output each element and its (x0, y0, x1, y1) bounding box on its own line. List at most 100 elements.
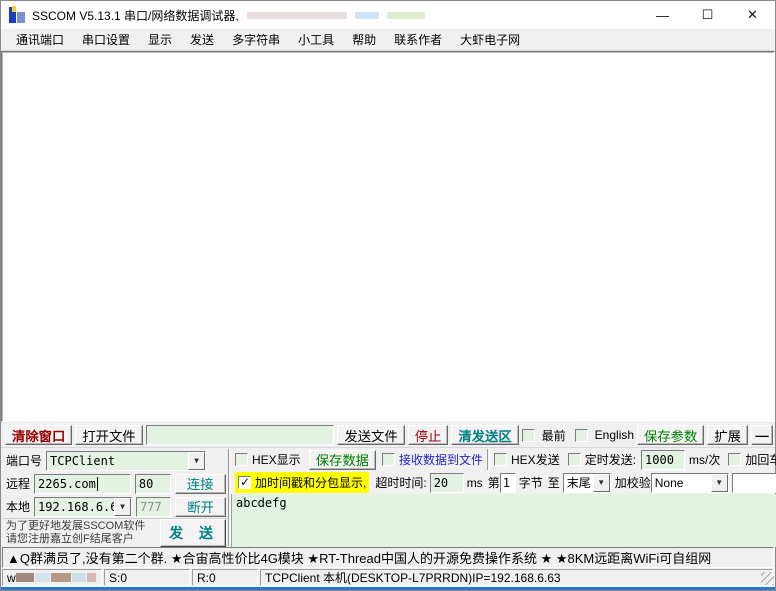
open-file-button[interactable]: 打开文件 (75, 425, 142, 445)
window-title: SSCOM V5.13.1 串口/网络数据调试器, (32, 7, 239, 24)
chevron-down-icon[interactable]: ▼ (711, 474, 728, 492)
remote-row: 远程 2265.com 80 连接 (3, 472, 226, 495)
status-bar: w S:0 R:0 TCPClient 本机(DESKTOP-L7PRRDN)I… (1, 568, 775, 587)
redacted-block (16, 573, 34, 582)
port-value: TCPClient (47, 454, 188, 468)
byte-label: 字节 (519, 474, 543, 491)
sscom-window: SSCOM V5.13.1 串口/网络数据调试器, — ☐ ✕ 通讯端口 串口设… (0, 0, 776, 591)
send-text: abcdefg (236, 496, 287, 510)
status-recv-cell: R:0 (192, 569, 258, 586)
checksum-extra-input[interactable] (732, 473, 776, 493)
status-info-cell: TCPClient 本机(DESKTOP-L7PRRDN)IP=192.168.… (260, 569, 773, 586)
port-row: 端口号 TCPClient ▼ (3, 449, 226, 472)
hex-display-checkbox[interactable] (235, 453, 248, 466)
to-value: 末尾 (564, 474, 593, 491)
to-select[interactable]: 末尾 ▼ (563, 473, 611, 493)
timed-interval-input[interactable]: 1000 (641, 450, 685, 470)
remote-label: 远程 (6, 475, 30, 492)
redacted-block (355, 12, 379, 19)
send-button[interactable]: 发 送 (160, 519, 226, 547)
menu-item-display[interactable]: 显示 (139, 29, 181, 50)
timed-send-label: 定时发送: (585, 451, 636, 468)
topmost-label: 最前 (542, 427, 566, 444)
options-row-2: 加时间戳和分包显示, 超时时间: 20 ms 第 1 字节 至 末尾 ▼ 加校验 (231, 471, 776, 494)
redacted-block (35, 573, 51, 582)
resize-grip[interactable] (761, 572, 774, 585)
menu-item-tools[interactable]: 小工具 (289, 29, 343, 50)
status-website-cell: w (2, 569, 102, 586)
interval-unit-label: ms/次 (689, 451, 720, 468)
minimize-icon[interactable]: — (640, 1, 685, 29)
app-icon (8, 6, 26, 24)
receive-data-area[interactable] (1, 51, 775, 422)
hex-send-label: HEX发送 (511, 451, 560, 468)
send-text-area[interactable]: abcdefg ▲ (231, 494, 776, 547)
remote-host-input[interactable]: 2265.com (34, 474, 131, 494)
promo-text: 为了更好地发展SSCOM软件 请您注册嘉立创F结尾客户 (6, 520, 150, 546)
maximize-icon[interactable]: ☐ (685, 1, 730, 29)
byte-from-input[interactable]: 1 (500, 473, 516, 493)
menu-item-daxia-site[interactable]: 大虾电子网 (451, 29, 529, 50)
remote-port-input[interactable]: 80 (135, 474, 171, 494)
menu-item-multi-string[interactable]: 多字符串 (223, 29, 289, 50)
local-ip-select[interactable]: 192.168.6.63 ▼ (34, 497, 132, 517)
extend-button[interactable]: 扩展 (707, 425, 748, 445)
timeout-unit-label: ms (467, 476, 483, 490)
checksum-select[interactable]: None ▼ (651, 473, 729, 493)
checksum-value: None (652, 476, 711, 490)
hex-send-checkbox[interactable] (494, 453, 507, 466)
timeout-label: 超时时间: (375, 474, 426, 491)
menu-bar: 通讯端口 串口设置 显示 发送 多字符串 小工具 帮助 联系作者 大虾电子网 (1, 29, 775, 51)
append-crlf-label: 加回车换行 (745, 451, 776, 468)
options-column: HEX显示 保存数据 接收数据到文件 HEX发送 定时发送: 1000 ms/次… (231, 448, 776, 547)
port-select[interactable]: TCPClient ▼ (46, 451, 206, 471)
menu-item-serial-settings[interactable]: 串口设置 (73, 29, 139, 50)
options-row-1: HEX显示 保存数据 接收数据到文件 HEX发送 定时发送: 1000 ms/次… (231, 448, 776, 471)
disconnect-button[interactable]: 断开 (175, 497, 226, 517)
connect-button[interactable]: 连接 (175, 474, 227, 494)
local-ip-value: 192.168.6.63 (35, 500, 114, 514)
timestamp-option: 加时间戳和分包显示, (235, 472, 369, 493)
clear-window-button[interactable]: 清除窗口 (5, 425, 72, 445)
save-data-button[interactable]: 保存数据 (309, 450, 376, 470)
save-params-button[interactable]: 保存参数 (637, 425, 704, 445)
timestamp-checkbox[interactable] (238, 476, 251, 489)
connection-column: 端口号 TCPClient ▼ 远程 2265.com 80 连接 本地 192… (1, 448, 228, 547)
send-file-button[interactable]: 发送文件 (337, 425, 404, 445)
stop-button[interactable]: 停止 (408, 425, 449, 445)
timeout-input[interactable]: 20 (430, 473, 464, 493)
collapse-button[interactable]: — (751, 425, 773, 445)
chevron-down-icon[interactable]: ▼ (188, 452, 205, 470)
ad-bar[interactable]: ▲Q群满员了,没有第二个群. ★合宙高性价比4G模块 ★RT-Thread中国人… (2, 547, 774, 568)
menu-item-send[interactable]: 发送 (181, 29, 223, 50)
menu-item-contact-author[interactable]: 联系作者 (385, 29, 451, 50)
menu-item-help[interactable]: 帮助 (343, 29, 385, 50)
english-checkbox[interactable] (575, 429, 588, 442)
redacted-block (72, 573, 86, 582)
timed-send-checkbox[interactable] (568, 453, 581, 466)
english-label: English (595, 428, 634, 442)
chevron-down-icon[interactable]: ▼ (593, 474, 610, 492)
hex-display-label: HEX显示 (252, 451, 301, 468)
timestamp-label: 加时间戳和分包显示, (255, 474, 366, 491)
taskbar-edge (1, 587, 775, 590)
redacted-block (387, 12, 425, 19)
recv-to-file-checkbox[interactable] (382, 453, 395, 466)
append-crlf-checkbox[interactable] (728, 453, 741, 466)
text-caret (97, 477, 98, 491)
checksum-label: 加校验 (615, 474, 651, 491)
redacted-block (51, 573, 71, 582)
promo-row: 为了更好地发展SSCOM软件 请您注册嘉立创F结尾客户 发 送 (3, 518, 226, 547)
file-path-input[interactable] (146, 425, 335, 445)
close-icon[interactable]: ✕ (730, 1, 775, 29)
options-divider (487, 449, 490, 470)
local-port-input[interactable]: 777 (136, 497, 171, 517)
title-bar: SSCOM V5.13.1 串口/网络数据调试器, — ☐ ✕ (1, 1, 775, 29)
menu-item-comm-port[interactable]: 通讯端口 (7, 29, 73, 50)
window-controls: — ☐ ✕ (640, 1, 775, 29)
control-panel: 清除窗口 打开文件 发送文件 停止 清发送区 最前 English 保存参数 扩… (1, 422, 775, 546)
chevron-down-icon[interactable]: ▼ (114, 498, 131, 516)
clear-send-area-button[interactable]: 清发送区 (451, 425, 518, 445)
panel-body: 端口号 TCPClient ▼ 远程 2265.com 80 连接 本地 192… (1, 448, 775, 547)
topmost-checkbox[interactable] (522, 429, 535, 442)
